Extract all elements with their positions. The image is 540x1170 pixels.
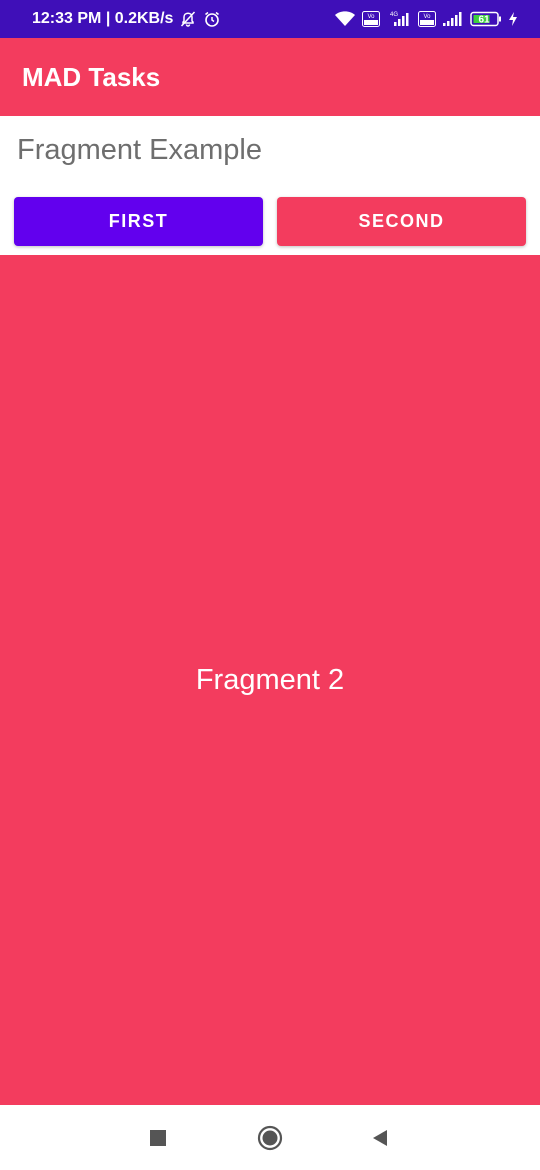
fragment-label: Fragment 2 bbox=[195, 663, 345, 696]
back-icon[interactable] bbox=[370, 1128, 390, 1148]
signal-icon: 4G bbox=[390, 12, 409, 26]
wifi-icon bbox=[335, 11, 355, 26]
signal-icon-2 bbox=[443, 12, 462, 26]
battery-icon: 61 bbox=[470, 11, 501, 27]
second-button[interactable]: SECOND bbox=[277, 197, 526, 246]
status-bar: 12:33 PM | 0.2KB/s Vo 4G Vo 61 bbox=[0, 0, 540, 38]
volte-icon-2: Vo bbox=[418, 11, 436, 27]
volte-icon: Vo bbox=[362, 11, 380, 27]
home-icon[interactable] bbox=[257, 1125, 283, 1151]
navigation-bar bbox=[0, 1105, 540, 1170]
volte-label-1: Vo bbox=[367, 14, 375, 20]
status-time: 12:33 PM | 0.2KB/s bbox=[32, 10, 174, 27]
fragment-container: Fragment 2 bbox=[0, 255, 540, 1105]
mute-notification-icon bbox=[181, 11, 196, 27]
app-title: MAD Tasks bbox=[22, 61, 161, 92]
app-bar: MAD Tasks bbox=[0, 38, 540, 116]
volte-label-2: Vo bbox=[423, 14, 431, 20]
first-button[interactable]: FIRST bbox=[14, 197, 263, 246]
battery-level: 61 bbox=[478, 15, 490, 26]
status-right: Vo 4G Vo 61 bbox=[334, 11, 518, 27]
network-type-label: 4G bbox=[390, 12, 398, 18]
charging-icon bbox=[509, 12, 517, 26]
recents-icon[interactable] bbox=[149, 1129, 167, 1147]
alarm-icon bbox=[205, 11, 220, 27]
status-left: 12:33 PM | 0.2KB/s bbox=[32, 10, 221, 28]
page-heading: Fragment Example bbox=[17, 134, 262, 166]
